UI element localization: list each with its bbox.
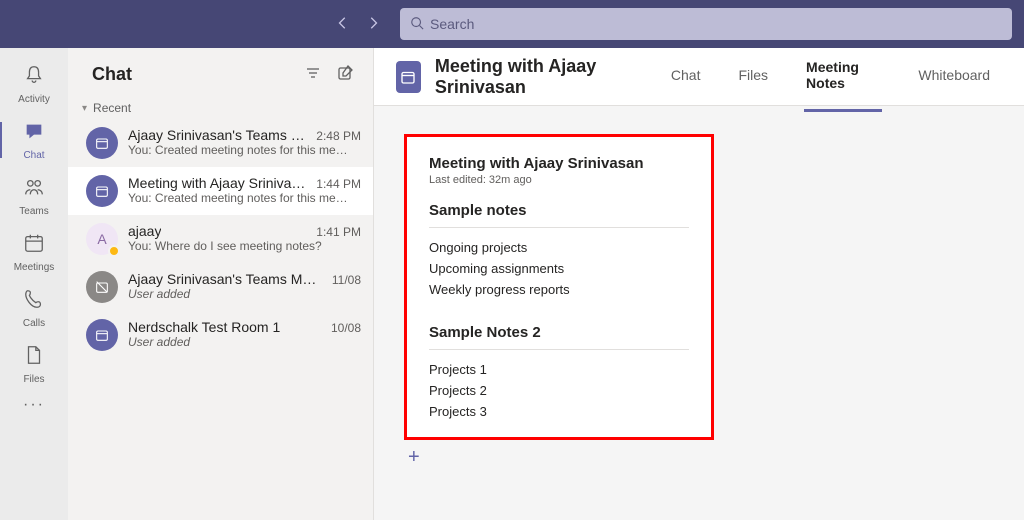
rail-teams[interactable]: Teams — [0, 168, 68, 224]
content-pane: Meeting with Ajaay Srinivasan Chat Files… — [374, 48, 1024, 520]
chat-item[interactable]: Ajaay Srinivasan's Teams Meeting 11/08 Us… — [68, 263, 373, 311]
user-avatar: A — [86, 223, 118, 255]
notes-line: Upcoming assignments — [429, 259, 689, 280]
chat-name: Ajaay Srinivasan's Teams Mee… — [128, 127, 308, 143]
tab-files[interactable]: Files — [736, 49, 770, 104]
tab-meeting-notes[interactable]: Meeting Notes — [804, 41, 882, 112]
teams-icon — [23, 176, 45, 204]
search-icon — [410, 16, 424, 33]
meeting-avatar-icon — [86, 175, 118, 207]
chat-item[interactable]: Nerdschalk Test Room 1 10/08 User added — [68, 311, 373, 359]
chevron-down-icon: ▾ — [82, 103, 87, 114]
tab-whiteboard[interactable]: Whiteboard — [916, 49, 992, 104]
page-title: Meeting with Ajaay Srinivasan — [435, 56, 635, 98]
notes-line: Ongoing projects — [429, 238, 689, 259]
search-input[interactable]: Search — [400, 8, 1012, 40]
rail-files[interactable]: Files — [0, 336, 68, 392]
chat-time: 1:41 PM — [316, 225, 361, 239]
chat-preview: You: Created meeting notes for this me… — [128, 143, 361, 157]
chat-name: Ajaay Srinivasan's Teams Meeting — [128, 271, 324, 287]
chat-preview: User added — [128, 287, 361, 301]
search-placeholder: Search — [430, 16, 474, 32]
notes-card[interactable]: Meeting with Ajaay Srinivasan Last edite… — [404, 134, 714, 440]
notes-section-heading: Sample Notes 2 — [429, 324, 689, 341]
phone-icon — [23, 288, 45, 316]
chat-time: 10/08 — [331, 321, 361, 335]
chat-item[interactable]: Meeting with Ajaay Srinivasan 1:44 PM You… — [68, 167, 373, 215]
compose-icon[interactable] — [337, 65, 353, 84]
app-rail: Activity Chat Teams Meetings Calls — [0, 48, 68, 520]
chat-name: Meeting with Ajaay Srinivasan — [128, 175, 308, 191]
chat-preview: You: Created meeting notes for this me… — [128, 191, 361, 205]
rail-activity[interactable]: Activity — [0, 56, 68, 112]
bell-icon — [23, 64, 45, 92]
chat-preview: You: Where do I see meeting notes? — [128, 239, 361, 253]
notes-line: Weekly progress reports — [429, 280, 689, 301]
rail-calls[interactable]: Calls — [0, 280, 68, 336]
chat-list-title: Chat — [92, 64, 132, 85]
chat-preview: User added — [128, 335, 361, 349]
notes-line: Projects 3 — [429, 402, 689, 423]
chat-icon — [23, 120, 45, 148]
content-header: Meeting with Ajaay Srinivasan Chat Files… — [374, 48, 1024, 106]
file-icon — [23, 344, 45, 372]
meeting-avatar-icon — [86, 319, 118, 351]
divider — [429, 227, 689, 228]
rail-more-icon[interactable]: ··· — [23, 396, 45, 414]
meeting-avatar-icon — [86, 127, 118, 159]
tab-chat[interactable]: Chat — [669, 49, 703, 104]
divider — [429, 349, 689, 350]
chat-name: Nerdschalk Test Room 1 — [128, 319, 280, 335]
chat-item[interactable]: A ajaay 1:41 PM You: Where do I see meeti… — [68, 215, 373, 263]
chat-list-pane: Chat ▾ Recent Ajaay Srinivasan's Teams M… — [68, 48, 374, 520]
chat-time: 2:48 PM — [316, 129, 361, 143]
add-section-button[interactable]: + — [404, 446, 994, 469]
notes-section-heading: Sample notes — [429, 202, 689, 219]
rail-chat[interactable]: Chat — [0, 112, 68, 168]
chat-time: 11/08 — [332, 273, 361, 287]
nav-forward-icon[interactable] — [362, 12, 384, 37]
calendar-icon — [23, 232, 45, 260]
nav-back-icon[interactable] — [332, 12, 354, 37]
section-recent[interactable]: ▾ Recent — [68, 97, 373, 119]
meeting-header-icon — [396, 61, 421, 93]
notes-line: Projects 2 — [429, 381, 689, 402]
rail-meetings[interactable]: Meetings — [0, 224, 68, 280]
notes-title: Meeting with Ajaay Srinivasan — [429, 155, 689, 172]
presence-away-icon — [108, 245, 120, 257]
filter-icon[interactable] — [305, 65, 321, 84]
notes-line: Projects 1 — [429, 360, 689, 381]
chat-item[interactable]: Ajaay Srinivasan's Teams Mee… 2:48 PM You… — [68, 119, 373, 167]
chat-time: 1:44 PM — [316, 177, 361, 191]
chat-name: ajaay — [128, 223, 161, 239]
meeting-muted-avatar-icon — [86, 271, 118, 303]
notes-last-edited: Last edited: 32m ago — [429, 174, 689, 186]
